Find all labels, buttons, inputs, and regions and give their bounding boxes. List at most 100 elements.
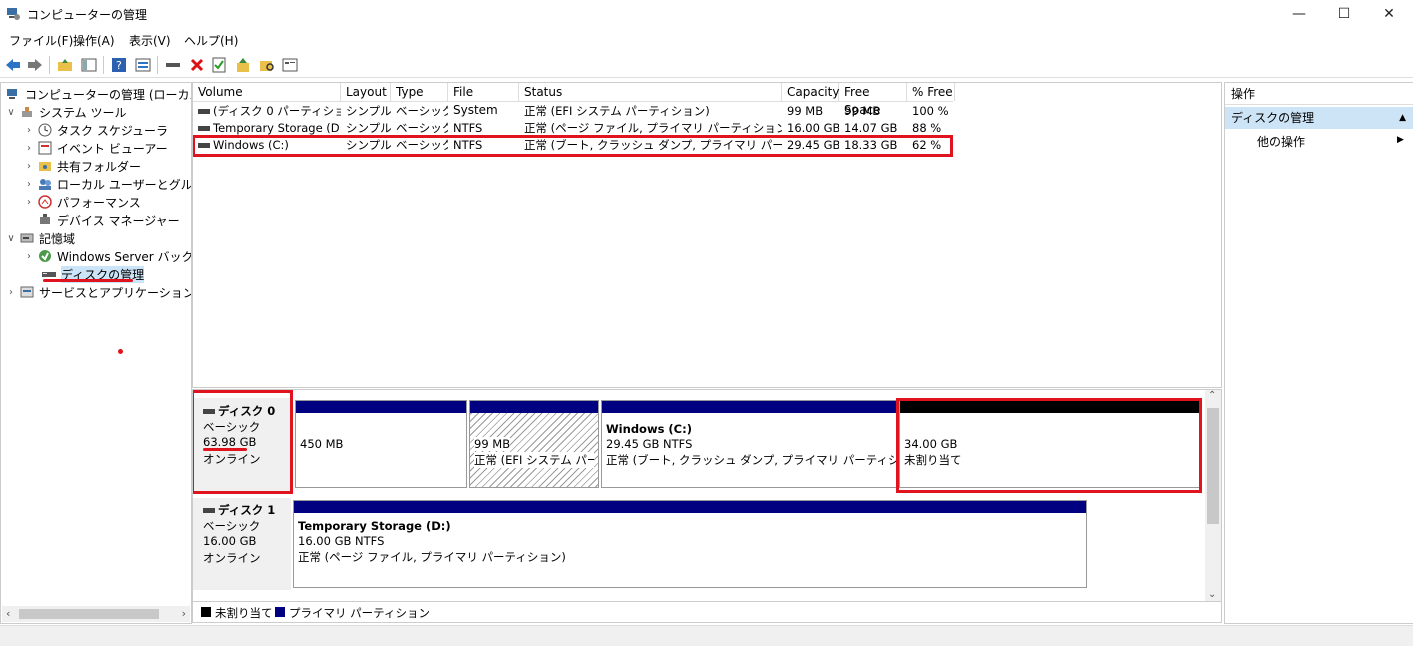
maximize-button[interactable]: ☐ [1321, 0, 1367, 28]
volume-layout: シンプル [346, 138, 391, 152]
close-button[interactable]: ✕ [1366, 0, 1412, 28]
volume-capacity: 16.00 GB [787, 121, 839, 135]
back-icon[interactable] [4, 56, 22, 74]
scrollbar-thumb[interactable] [19, 609, 159, 619]
disk1-partition-temp[interactable]: Temporary Storage (D:) 16.00 GB NTFS 正常 … [293, 500, 1087, 588]
menu-action[interactable]: 操作(A) [73, 32, 115, 49]
tree-task-scheduler[interactable]: › タスク スケジューラ [23, 121, 168, 139]
volume-layout: シンプル [346, 104, 391, 118]
partition-size: 29.45 GB NTFS [606, 437, 693, 451]
legend-unallocated: 未割り当て [215, 606, 273, 620]
chevron-right-icon[interactable]: › [5, 287, 17, 298]
chevron-down-icon[interactable]: ∨ [5, 107, 17, 118]
chevron-right-icon[interactable]: › [23, 197, 35, 208]
column-volume[interactable]: Volume [193, 83, 341, 101]
volume-pct-free: 88 % [912, 121, 942, 135]
volume-row[interactable]: Temporary Storage (D:) シンプル ベーシック NTFS 正… [193, 120, 953, 137]
collapse-up-icon[interactable]: ▲ [1399, 107, 1406, 129]
clock-icon [37, 122, 53, 138]
volume-icon [198, 126, 210, 131]
actions-section-disk-management[interactable]: ディスクの管理 ▲ [1225, 107, 1413, 129]
volume-free: 99 MB [844, 104, 881, 118]
partition-status: 正常 (EFI システム パーテ [474, 452, 594, 468]
volume-row[interactable]: Windows (C:) シンプル ベーシック NTFS 正常 (ブート, クラ… [193, 137, 953, 154]
disk0-info[interactable]: ディスク 0 ベーシック 63.98 GB オンライン [193, 398, 291, 492]
scroll-down-icon[interactable]: ⌄ [1208, 589, 1216, 600]
scrollbar-thumb[interactable] [1207, 408, 1219, 524]
column-layout[interactable]: Layout [341, 83, 391, 101]
disk1-info[interactable]: ディスク 1 ベーシック 16.00 GB オンライン [193, 498, 291, 590]
tree-services[interactable]: › サービスとアプリケーション [5, 283, 191, 301]
tree-windows-backup[interactable]: › Windows Server バックアップ [23, 247, 191, 265]
disk-graphical-view: ディスク 0 ベーシック 63.98 GB オンライン 450 MB 99 MB… [192, 389, 1222, 603]
tree-shared-folders[interactable]: › 共有フォルダー [23, 157, 141, 175]
minimize-button[interactable]: — [1276, 0, 1322, 28]
partition-size: 16.00 GB NTFS [298, 534, 385, 548]
volume-layout: シンプル [346, 121, 391, 135]
partition-size: 99 MB [474, 437, 511, 451]
users-icon [37, 176, 53, 192]
show-hide-tree-icon[interactable] [80, 56, 98, 74]
tree-system-tools[interactable]: ∨ システム ツール [5, 103, 126, 121]
highlight-underline [43, 279, 133, 282]
tree-horizontal-scrollbar[interactable]: ‹ › [2, 606, 190, 622]
volume-list: Volume Layout Type File System Status Ca… [192, 82, 1222, 388]
scroll-up-icon[interactable]: ⌃ [1208, 390, 1216, 401]
partition-status: 未割り当て [904, 453, 962, 467]
scroll-right-icon[interactable]: › [182, 607, 186, 620]
volume-fs [448, 103, 519, 120]
column-free-space[interactable]: Free Space [839, 83, 907, 117]
chevron-right-icon[interactable]: › [23, 125, 35, 136]
disk-icon [203, 508, 215, 513]
tree-storage[interactable]: ∨ 記憶域 [5, 229, 75, 247]
check-icon[interactable] [210, 56, 228, 74]
backup-icon [37, 248, 53, 264]
event-log-icon [37, 140, 53, 156]
menu-help[interactable]: ヘルプ(H) [184, 32, 238, 49]
up-folder-icon[interactable] [56, 56, 74, 74]
chevron-down-icon[interactable]: ∨ [5, 233, 17, 244]
properties-icon[interactable] [134, 56, 152, 74]
disk0-partition-efi[interactable]: 99 MB 正常 (EFI システム パーテ [469, 400, 599, 488]
column-type[interactable]: Type [391, 83, 448, 101]
performance-icon [37, 194, 53, 210]
forward-icon[interactable] [26, 56, 44, 74]
disk0-unallocated[interactable]: 34.00 GB 未割り当て [899, 400, 1201, 488]
menu-file[interactable]: ファイル(F) [9, 32, 73, 49]
export-icon[interactable] [234, 56, 252, 74]
column-status[interactable]: Status [519, 83, 782, 101]
tree-performance[interactable]: › パフォーマンス [23, 193, 141, 211]
tree-root[interactable]: コンピューターの管理 (ローカル) [5, 85, 191, 103]
volume-status: 正常 (EFI システム パーティション) [524, 104, 710, 118]
chevron-right-icon[interactable]: › [23, 251, 35, 262]
disk0-partition-1[interactable]: 450 MB [295, 400, 467, 488]
menu-view[interactable]: 表示(V) [129, 32, 171, 49]
tree-event-viewer[interactable]: › イベント ビューアー [23, 139, 168, 157]
help-icon[interactable]: ? [110, 56, 128, 74]
disk0-name: ディスク 0 [218, 404, 276, 418]
disk0-partition-windows[interactable]: Windows (C:) 29.45 GB NTFS 正常 (ブート, クラッシ… [601, 400, 927, 488]
delete-icon[interactable] [188, 56, 206, 74]
volume-row[interactable]: (ディスク 0 パーティション 3) シンプル ベーシック 正常 (EFI シス… [193, 103, 953, 120]
scroll-left-icon[interactable]: ‹ [6, 607, 10, 620]
disk0-type: ベーシック [203, 420, 261, 434]
chevron-right-icon[interactable]: › [23, 161, 35, 172]
volume-capacity: 99 MB [787, 104, 824, 118]
search-folder-icon[interactable] [258, 56, 276, 74]
connect-icon[interactable] [164, 56, 182, 74]
list-view-icon[interactable] [281, 56, 299, 74]
computer-management-icon [6, 6, 20, 20]
tree-local-users[interactable]: › ローカル ユーザーとグループ [23, 175, 191, 193]
column-capacity[interactable]: Capacity [782, 83, 839, 101]
disk-view-vertical-scrollbar[interactable]: ⌃ ⌄ [1205, 390, 1221, 602]
volume-pct-free: 62 % [912, 138, 942, 152]
tree-device-manager[interactable]: デバイス マネージャー [37, 211, 180, 229]
action-other[interactable]: 他の操作 [1257, 133, 1305, 150]
disk-icon [203, 409, 215, 414]
partition-name: Windows (C:) [606, 422, 692, 436]
chevron-right-icon[interactable]: › [23, 179, 35, 190]
navigation-tree: コンピューターの管理 (ローカル) ∨ システム ツール › タスク スケジュー… [0, 82, 192, 624]
column-file-system[interactable]: File System [448, 83, 519, 117]
chevron-right-icon[interactable]: › [23, 143, 35, 154]
column-percent-free[interactable]: % Free [907, 83, 955, 101]
